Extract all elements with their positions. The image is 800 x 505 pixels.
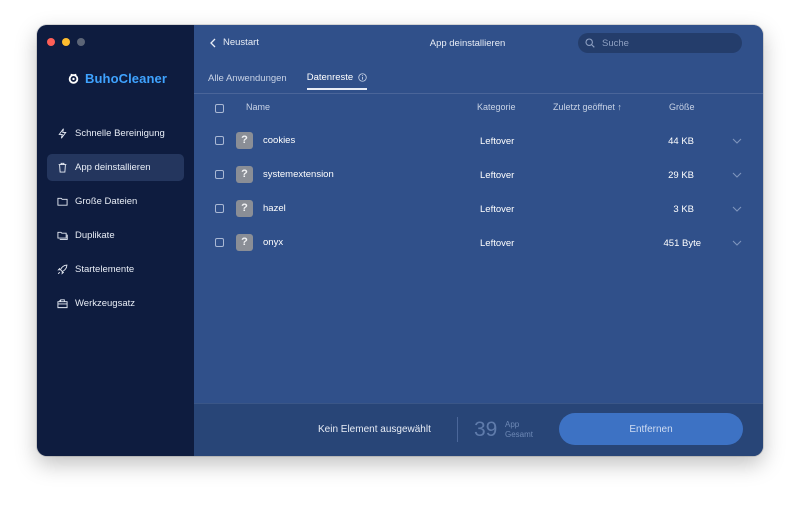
remove-button[interactable]: Entfernen: [559, 413, 743, 445]
sidebar-item-label: Werkzeugsatz: [75, 298, 136, 309]
sidebar: BuhoCleaner Schnelle Bereinigung App dei…: [37, 25, 194, 456]
app-window: BuhoCleaner Schnelle Bereinigung App dei…: [37, 25, 763, 456]
row-size: 451 Byte: [663, 238, 702, 249]
trash-icon: [58, 162, 67, 173]
search-input[interactable]: [600, 36, 734, 50]
row-checkbox[interactable]: [215, 170, 224, 179]
tab-bar: Alle Anwendungen Datenreste: [208, 72, 368, 90]
chevron-down-icon[interactable]: [732, 204, 742, 215]
row-category: Leftover: [480, 136, 515, 147]
tab-label: Datenreste: [306, 72, 354, 83]
table-row[interactable]: ? onyx Leftover 451 Byte: [194, 226, 763, 260]
app-count-label: App Gesamt: [505, 420, 533, 440]
unknown-file-icon: ?: [236, 200, 253, 217]
app-count: 39: [474, 418, 498, 441]
sidebar-item-duplicates[interactable]: Duplikate: [47, 222, 184, 249]
row-size: 44 KB: [668, 136, 694, 147]
sidebar-item-large-files[interactable]: Große Dateien: [47, 188, 184, 215]
brand-name: BuhoCleaner: [85, 71, 168, 86]
row-name: cookies: [263, 135, 296, 146]
main-panel: Neustart App deinstallieren Alle Anwendu…: [194, 25, 763, 456]
chevron-down-icon[interactable]: [732, 238, 742, 249]
row-checkbox[interactable]: [215, 238, 224, 247]
sidebar-item-startup[interactable]: Startelemente: [47, 256, 184, 283]
row-category: Leftover: [480, 170, 515, 181]
column-header-size[interactable]: Größe: [669, 102, 695, 112]
selection-status: Kein Element ausgewählt: [318, 424, 431, 435]
window-controls: [47, 38, 85, 46]
sidebar-item-label: Große Dateien: [75, 196, 138, 207]
row-checkbox[interactable]: [215, 204, 224, 213]
row-name: onyx: [263, 237, 284, 248]
row-checkbox[interactable]: [215, 136, 224, 145]
row-size: 29 KB: [668, 170, 694, 181]
sidebar-item-label: Schnelle Bereinigung: [75, 128, 165, 139]
sidebar-nav: Schnelle Bereinigung App deinstallieren …: [47, 120, 184, 324]
brand-logo: BuhoCleaner: [68, 71, 167, 86]
sidebar-item-label: Startelemente: [75, 264, 135, 275]
unknown-file-icon: ?: [236, 132, 253, 149]
table-header: Name Kategorie Zuletzt geöffnet ↑ Größe: [194, 99, 763, 117]
row-name: systemextension: [263, 169, 334, 180]
search-icon: [585, 38, 595, 48]
sidebar-item-quick-clean[interactable]: Schnelle Bereinigung: [47, 120, 184, 147]
row-category: Leftover: [480, 238, 515, 249]
tab-divider: [194, 93, 763, 94]
tab-label: Alle Anwendungen: [208, 73, 287, 84]
sidebar-item-toolbox[interactable]: Werkzeugsatz: [47, 290, 184, 317]
close-window-button[interactable]: [47, 38, 55, 46]
column-header-last-opened[interactable]: Zuletzt geöffnet ↑: [553, 102, 622, 112]
chevron-down-icon[interactable]: [732, 170, 742, 181]
duplicate-folder-icon: [57, 231, 68, 240]
lightning-icon: [58, 128, 67, 139]
search-box[interactable]: [578, 33, 742, 53]
chevron-down-icon[interactable]: [732, 136, 742, 147]
rocket-icon: [57, 264, 68, 275]
column-header-name[interactable]: Name: [246, 102, 270, 112]
info-icon[interactable]: [358, 73, 367, 82]
select-all-checkbox[interactable]: [215, 104, 224, 113]
top-bar: Neustart App deinstallieren: [194, 25, 763, 62]
table-row[interactable]: ? cookies Leftover 44 KB: [194, 124, 763, 158]
brand-icon: [68, 73, 79, 84]
minimize-window-button[interactable]: [62, 38, 70, 46]
app-count-label-line1: App: [505, 420, 520, 429]
file-list: ? cookies Leftover 44 KB ? systemextensi…: [194, 124, 763, 260]
unknown-file-icon: ?: [236, 166, 253, 183]
footer-divider: [457, 417, 458, 442]
row-size: 3 KB: [673, 204, 694, 215]
sidebar-item-label: App deinstallieren: [75, 162, 151, 173]
table-row[interactable]: ? hazel Leftover 3 KB: [194, 192, 763, 226]
row-name: hazel: [263, 203, 286, 214]
sidebar-item-uninstall[interactable]: App deinstallieren: [47, 154, 184, 181]
row-category: Leftover: [480, 204, 515, 215]
table-row[interactable]: ? systemextension Leftover 29 KB: [194, 158, 763, 192]
sidebar-item-label: Duplikate: [75, 230, 115, 241]
tab-leftovers[interactable]: Datenreste: [306, 72, 368, 90]
zoom-window-button[interactable]: [77, 38, 85, 46]
app-count-label-line2: Gesamt: [505, 430, 534, 439]
unknown-file-icon: ?: [236, 234, 253, 251]
folder-icon: [57, 197, 68, 206]
footer-bar: Kein Element ausgewählt 39 App Gesamt En…: [194, 403, 763, 456]
tab-all-apps[interactable]: Alle Anwendungen: [208, 72, 287, 90]
column-header-category[interactable]: Kategorie: [477, 102, 516, 112]
toolbox-icon: [57, 299, 68, 309]
